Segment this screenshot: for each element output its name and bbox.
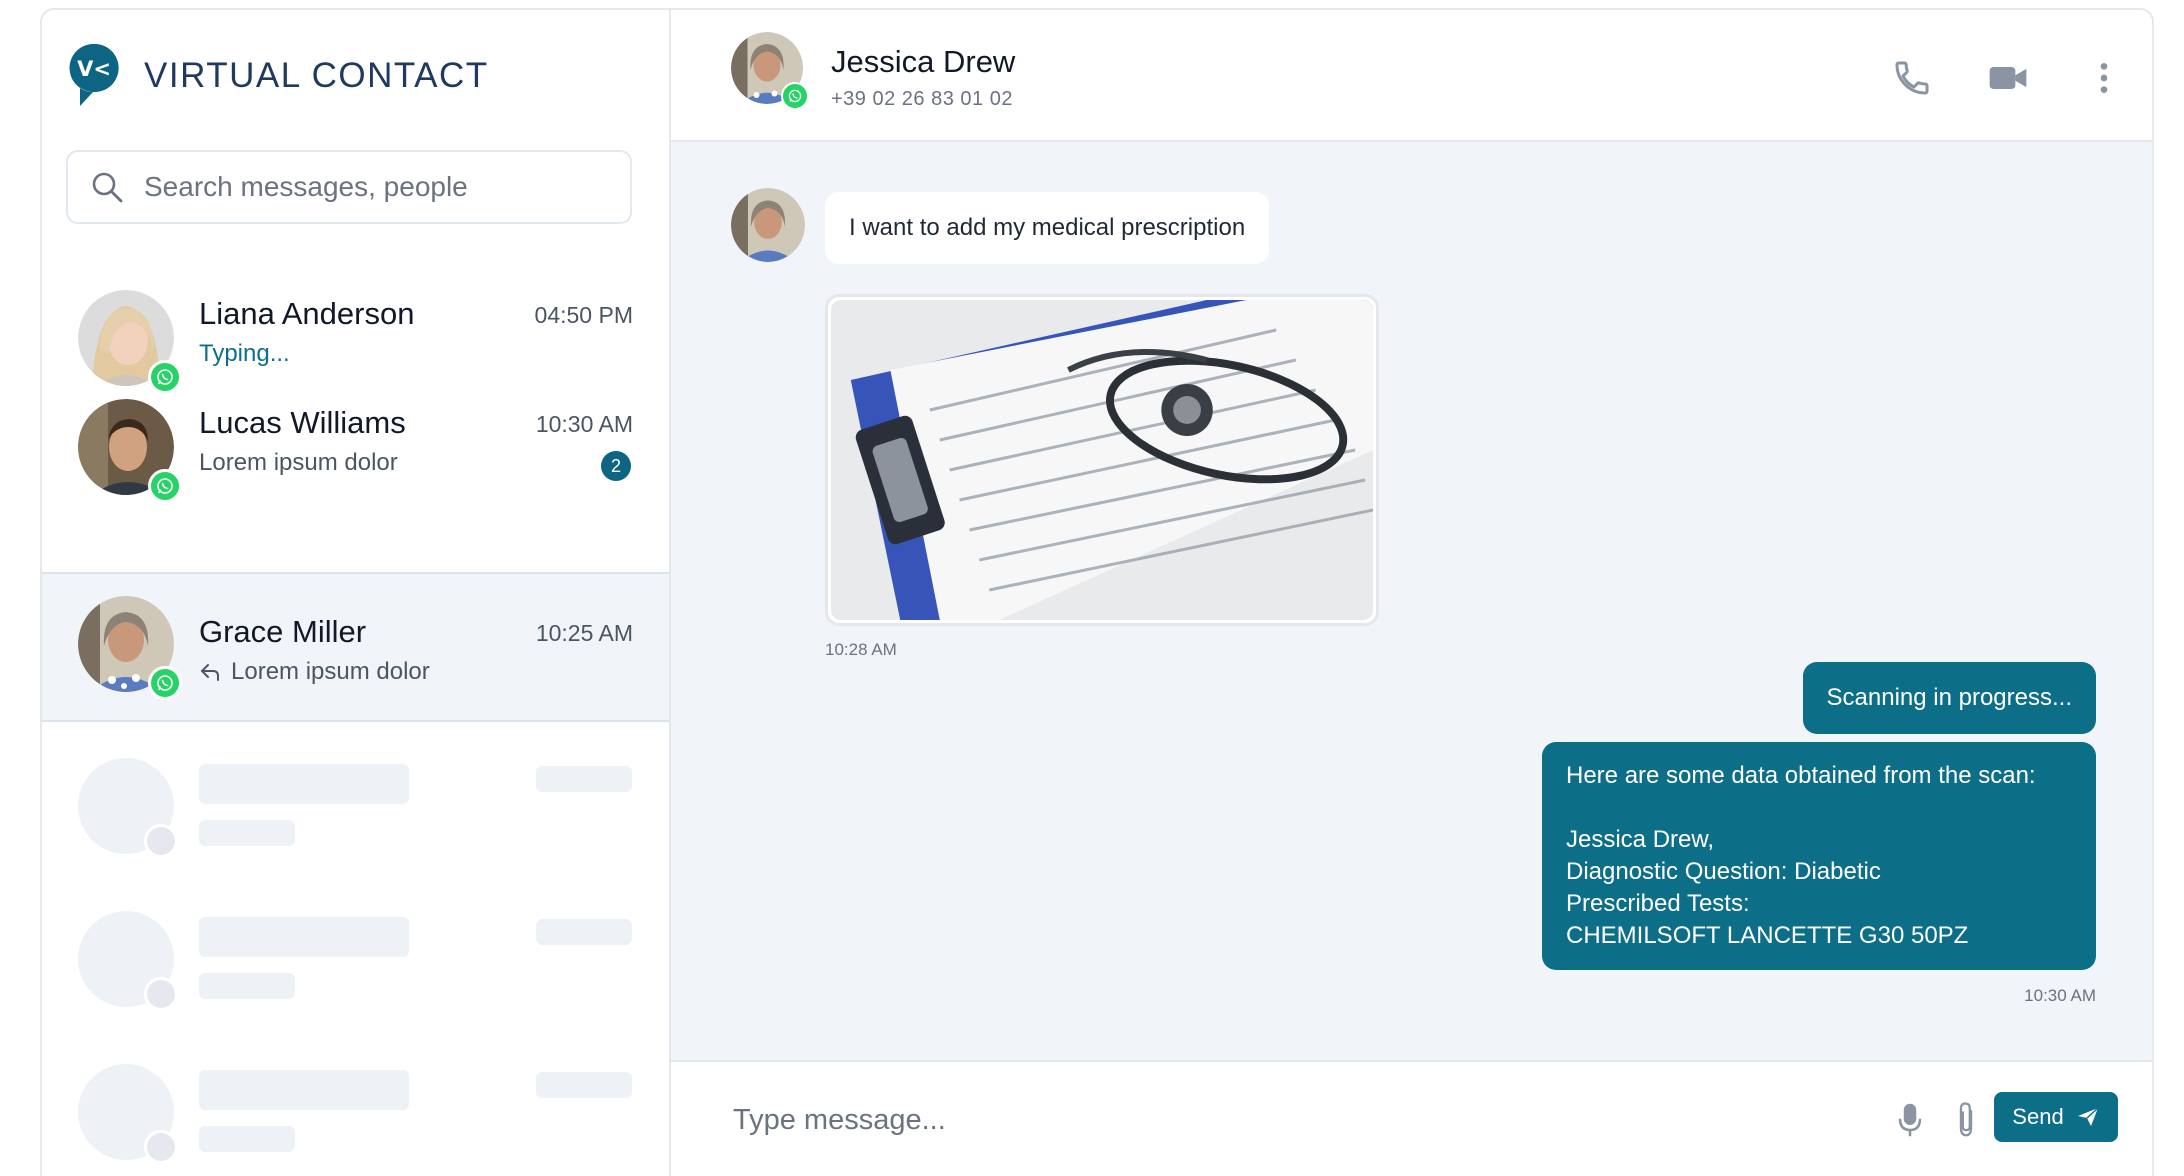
brand: V< VIRTUAL CONTACT (66, 40, 489, 112)
message-composer: Send (671, 1060, 2152, 1176)
incoming-message: I want to add my medical prescription (825, 192, 1270, 264)
contact-time: 10:30 AM (535, 411, 633, 437)
logo-mark: V< (77, 57, 111, 81)
scan-line: Jessica Drew, (1566, 826, 1715, 853)
message-timestamp: 10:28 AM (825, 640, 897, 659)
skeleton-item (42, 728, 669, 878)
paperclip-icon (1959, 1102, 1973, 1137)
logo: V< (69, 43, 119, 106)
search-input[interactable] (142, 170, 606, 204)
scan-line-blank (1566, 792, 2072, 824)
more-vertical-icon (2100, 63, 2108, 93)
video-call-button[interactable] (1986, 56, 2030, 100)
voice-message-button[interactable] (1890, 1098, 1930, 1142)
incoming-image-message[interactable] (825, 294, 1379, 626)
message-input[interactable] (731, 1090, 1835, 1150)
whatsapp-badge (148, 469, 182, 503)
avatar-wrap (78, 290, 182, 394)
skeleton-item (42, 1034, 669, 1176)
contact-preview: Lorem ipsum dolor (199, 449, 398, 476)
sidebar: V< VIRTUAL CONTACT Search messages, peop… (42, 10, 671, 1176)
chat-header: Jessica Drew +39 02 26 83 01 02 (671, 10, 2152, 142)
contact-time: 10:25 AM (535, 620, 633, 646)
phone-icon (1895, 61, 1929, 95)
send-button[interactable]: Send (1994, 1092, 2118, 1142)
message-avatar (731, 188, 805, 262)
scan-line: Prescribed Tests: (1566, 890, 1750, 917)
contact-name: Liana Anderson (199, 296, 415, 331)
app-window: V< VIRTUAL CONTACT Search messages, peop… (40, 8, 2154, 1176)
whatsapp-badge (148, 666, 182, 700)
contact-preview: Typing... (199, 340, 290, 367)
contact-name: Grace Miller (199, 614, 367, 649)
brand-name: VIRTUAL CONTACT (144, 56, 489, 95)
microphone-icon (1898, 1103, 1922, 1137)
whatsapp-icon (157, 478, 173, 494)
search-box[interactable] (66, 150, 632, 224)
contact-preview: Lorem ipsum dolor (199, 658, 430, 686)
outgoing-status-message: Scanning in progress... (1802, 662, 2096, 734)
contact-item-grace-miller[interactable]: Grace Miller 10:25 AM Lorem ipsum dolor (42, 572, 669, 722)
avatar-wrap (78, 596, 182, 700)
whatsapp-icon (788, 89, 802, 103)
scan-line: CHEMILSOFT LANCETTE G30 50PZ (1566, 922, 1969, 949)
avatar-wrap (78, 399, 182, 503)
attach-file-button[interactable] (1946, 1098, 1986, 1142)
send-button-label: Send (2012, 1104, 2064, 1129)
chat-contact-name: Jessica Drew (831, 44, 1016, 79)
send-icon (2077, 1107, 2099, 1126)
scan-line: Here are some data obtained from the sca… (1566, 762, 2036, 789)
contact-name: Lucas Williams (199, 405, 406, 440)
message-timestamp: 10:30 AM (2024, 986, 2096, 1005)
contact-item-lucas-williams[interactable]: Lucas Williams 10:30 AM Lorem ipsum dolo… (42, 375, 669, 525)
whatsapp-badge (781, 82, 809, 110)
scan-line: Diagnostic Question: Diabetic (1566, 858, 1881, 885)
chat-avatar-wrap[interactable] (731, 32, 809, 110)
prescription-photo (831, 300, 1373, 620)
video-camera-icon (1989, 67, 2027, 89)
chat-contact-phone: +39 02 26 83 01 02 (831, 88, 1013, 110)
chat-panel: Jessica Drew +39 02 26 83 01 02 I want t… (671, 10, 2152, 1176)
contact-time: 04:50 PM (534, 302, 633, 328)
unread-badge: 2 (601, 451, 631, 481)
outgoing-scan-result-message: Here are some data obtained from the sca… (1542, 742, 2096, 970)
call-button[interactable] (1890, 56, 1934, 100)
search-icon (92, 172, 123, 203)
skeleton-item (42, 881, 669, 1031)
more-options-button[interactable] (2082, 56, 2126, 100)
whatsapp-icon (157, 675, 173, 691)
contact-preview-text: Lorem ipsum dolor (231, 658, 430, 685)
reply-icon (201, 664, 219, 681)
